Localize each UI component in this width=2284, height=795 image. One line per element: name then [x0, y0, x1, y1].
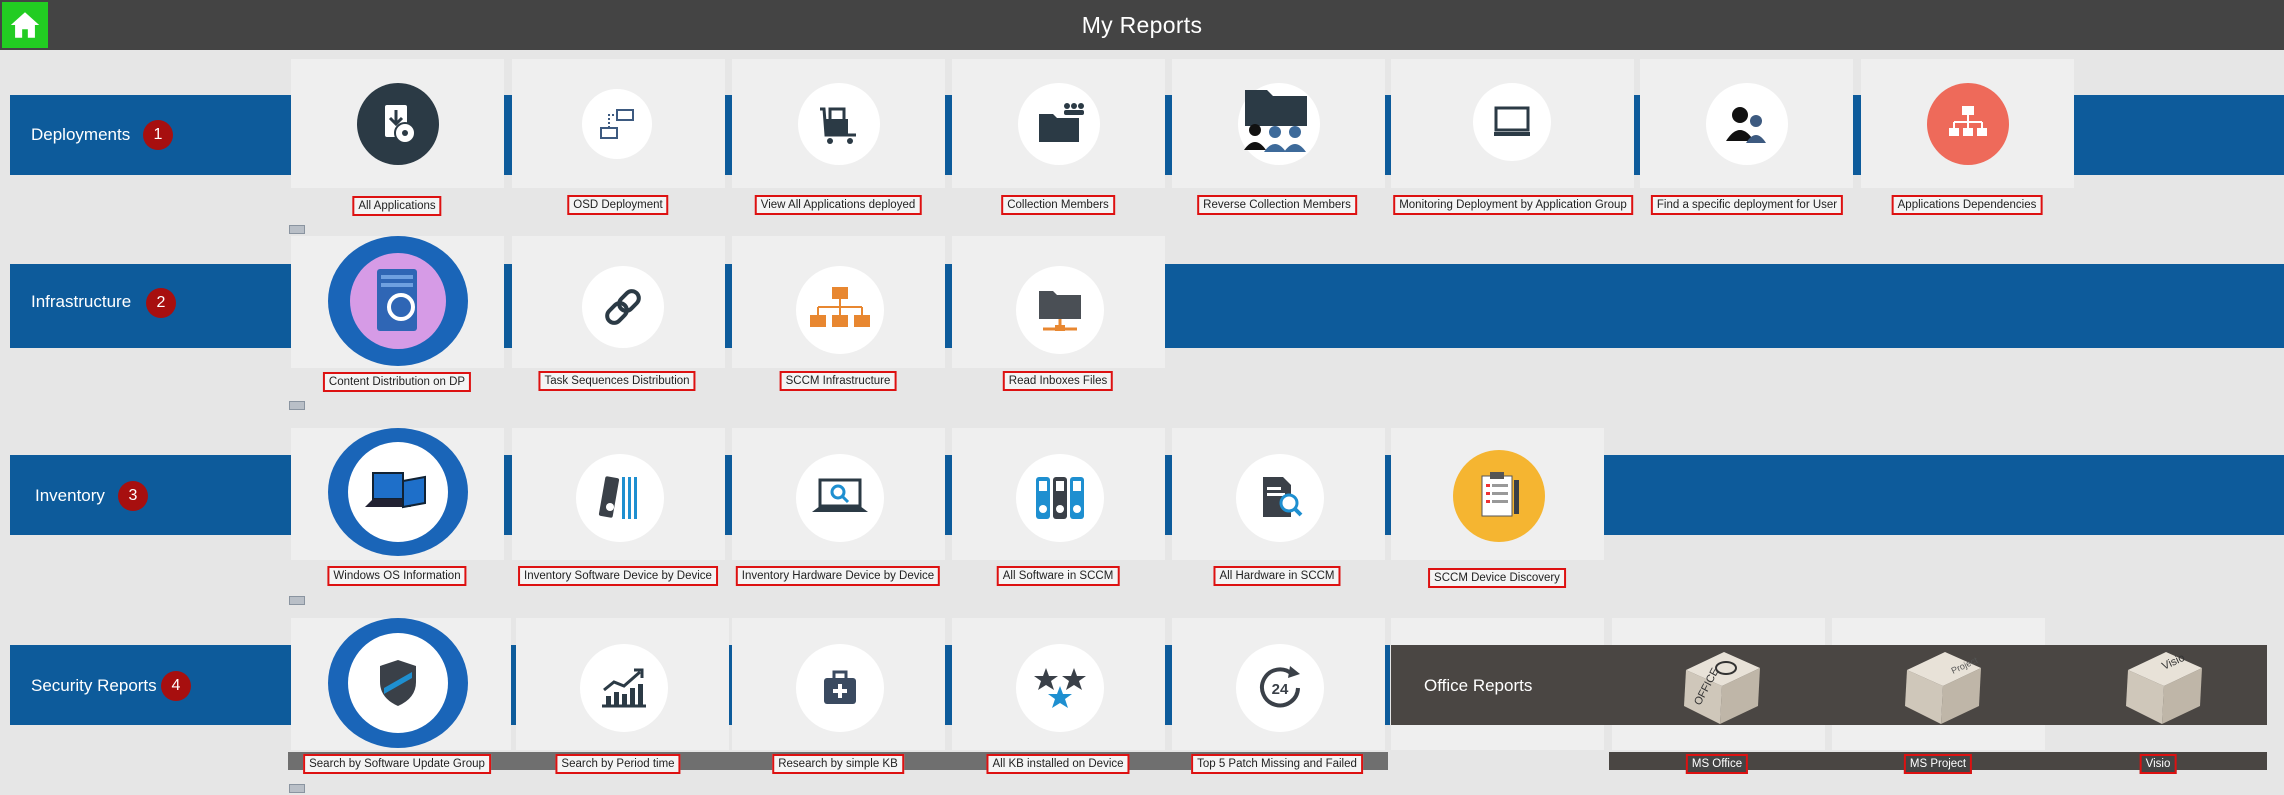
server-sync-icon: [328, 236, 468, 366]
folder-users-icon: [1018, 83, 1100, 165]
svg-text:24: 24: [1272, 681, 1289, 698]
report-label[interactable]: Read Inboxes Files: [1002, 371, 1114, 391]
report-tile-applications-dependencies[interactable]: [1861, 59, 2074, 188]
users-icon: [1706, 83, 1788, 165]
report-tile-windows-os[interactable]: [291, 428, 504, 560]
binder-icon: [576, 454, 664, 542]
section-label-deployments: Deployments: [31, 125, 131, 144]
visio-cube-icon[interactable]: Visio: [2118, 640, 2208, 730]
windows-devices-icon: [328, 428, 468, 556]
report-tile-content-distribution[interactable]: [291, 236, 504, 368]
clipboard-icon: [1453, 450, 1545, 542]
row-scroll-handle[interactable]: [289, 225, 305, 234]
install-disc-icon: [357, 83, 439, 165]
report-tile-find-deployment-user[interactable]: [1640, 59, 1853, 188]
report-label[interactable]: Find a specific deployment for User: [1650, 195, 1844, 215]
report-tile-device-discovery[interactable]: [1391, 428, 1604, 560]
binders-icon: [1016, 454, 1104, 542]
report-label[interactable]: Research by simple KB: [772, 754, 904, 774]
report-label[interactable]: All KB installed on Device: [986, 754, 1130, 774]
section-badge-infrastructure: 2: [146, 288, 176, 318]
report-label[interactable]: Monitoring Deployment by Application Gro…: [1393, 195, 1633, 215]
report-tile-kb-installed[interactable]: [952, 618, 1165, 750]
report-tile-task-sequences[interactable]: [512, 236, 725, 368]
report-tile-top5-patch[interactable]: 24: [1172, 618, 1385, 750]
row-scroll-handle[interactable]: [289, 401, 305, 410]
section-label-infrastructure: Infrastructure: [31, 292, 132, 311]
hierarchy-icon: [1927, 83, 2009, 165]
clock-24-icon: 24: [1236, 644, 1324, 732]
report-label[interactable]: Windows OS Information: [327, 566, 467, 586]
report-label[interactable]: SCCM Infrastructure: [779, 371, 897, 391]
report-label[interactable]: Search by Software Update Group: [303, 754, 491, 774]
office-report-label[interactable]: MS Office: [1685, 754, 1749, 774]
report-tile-period-time[interactable]: [516, 618, 729, 750]
report-label[interactable]: Content Distribution on DP: [322, 372, 472, 392]
report-tile-sccm-infrastructure[interactable]: [732, 236, 945, 368]
osd-network-icon: [582, 89, 652, 159]
report-label[interactable]: All Hardware in SCCM: [1213, 566, 1341, 586]
report-label[interactable]: All Software in SCCM: [996, 566, 1120, 586]
report-tile-all-software[interactable]: [952, 428, 1165, 560]
report-label[interactable]: Top 5 Patch Missing and Failed: [1191, 754, 1363, 774]
report-label[interactable]: All Applications: [352, 196, 442, 216]
report-tile-software-update-group[interactable]: [291, 618, 511, 750]
report-label[interactable]: SCCM Device Discovery: [1428, 568, 1566, 588]
report-label[interactable]: OSD Deployment: [567, 195, 669, 215]
report-label[interactable]: Reverse Collection Members: [1197, 195, 1357, 215]
report-label[interactable]: Applications Dependencies: [1891, 195, 2043, 215]
section-badge-inventory: 3: [118, 481, 148, 511]
trend-chart-icon: [580, 644, 668, 732]
report-label[interactable]: Inventory Software Device by Device: [518, 566, 718, 586]
report-label[interactable]: Inventory Hardware Device by Device: [735, 566, 941, 586]
office-report-label[interactable]: Visio: [2139, 754, 2177, 774]
report-tile-reverse-collection-members[interactable]: [1172, 59, 1385, 188]
section-label-security: Security Reports: [31, 676, 157, 695]
project-cube-icon[interactable]: Project: [1897, 640, 1987, 730]
report-tile-collection-members[interactable]: [952, 59, 1165, 188]
org-chart-icon: [796, 266, 884, 354]
office-cube-icon[interactable]: OFFICE: [1676, 640, 1766, 730]
report-label[interactable]: Collection Members: [1001, 195, 1115, 215]
shield-icon: [328, 618, 468, 748]
report-tile-inventory-hardware[interactable]: [732, 428, 945, 560]
section-badge-deployments: 1: [143, 120, 173, 150]
laptop-search-icon: [796, 454, 884, 542]
chain-link-icon: [582, 266, 664, 348]
report-tile-view-all-applications[interactable]: [732, 59, 945, 188]
report-label[interactable]: Search by Period time: [555, 754, 681, 774]
report-tile-inventory-software[interactable]: [512, 428, 725, 560]
report-label[interactable]: Task Sequences Distribution: [538, 371, 696, 391]
report-tile-osd-deployment[interactable]: [512, 59, 725, 188]
row-scroll-handle[interactable]: [289, 596, 305, 605]
report-tile-all-applications[interactable]: [291, 59, 504, 188]
document-search-icon: [1236, 454, 1324, 542]
stars-icon: [1016, 644, 1104, 732]
page-title: My Reports: [1081, 12, 1203, 38]
cart-icon: [798, 83, 880, 165]
report-tile-monitoring-deployment[interactable]: [1391, 59, 1634, 188]
report-tile-simple-kb[interactable]: [732, 618, 945, 750]
network-folder-icon: [1016, 266, 1104, 354]
section-badge-security: 4: [161, 671, 191, 701]
monitor-icon: [1473, 83, 1551, 161]
report-tile-read-inboxes[interactable]: [952, 236, 1165, 368]
report-label[interactable]: View All Applications deployed: [754, 195, 922, 215]
report-tile-all-hardware[interactable]: [1172, 428, 1385, 560]
folder-users-reverse-icon: [1238, 83, 1320, 165]
row-scroll-handle[interactable]: [289, 784, 305, 793]
office-report-label[interactable]: MS Project: [1903, 754, 1973, 774]
office-reports-title: Office Reports: [1424, 676, 1533, 695]
medkit-icon: [796, 644, 884, 732]
top-bar: My Reports: [0, 0, 2284, 50]
section-label-inventory: Inventory: [35, 486, 105, 505]
